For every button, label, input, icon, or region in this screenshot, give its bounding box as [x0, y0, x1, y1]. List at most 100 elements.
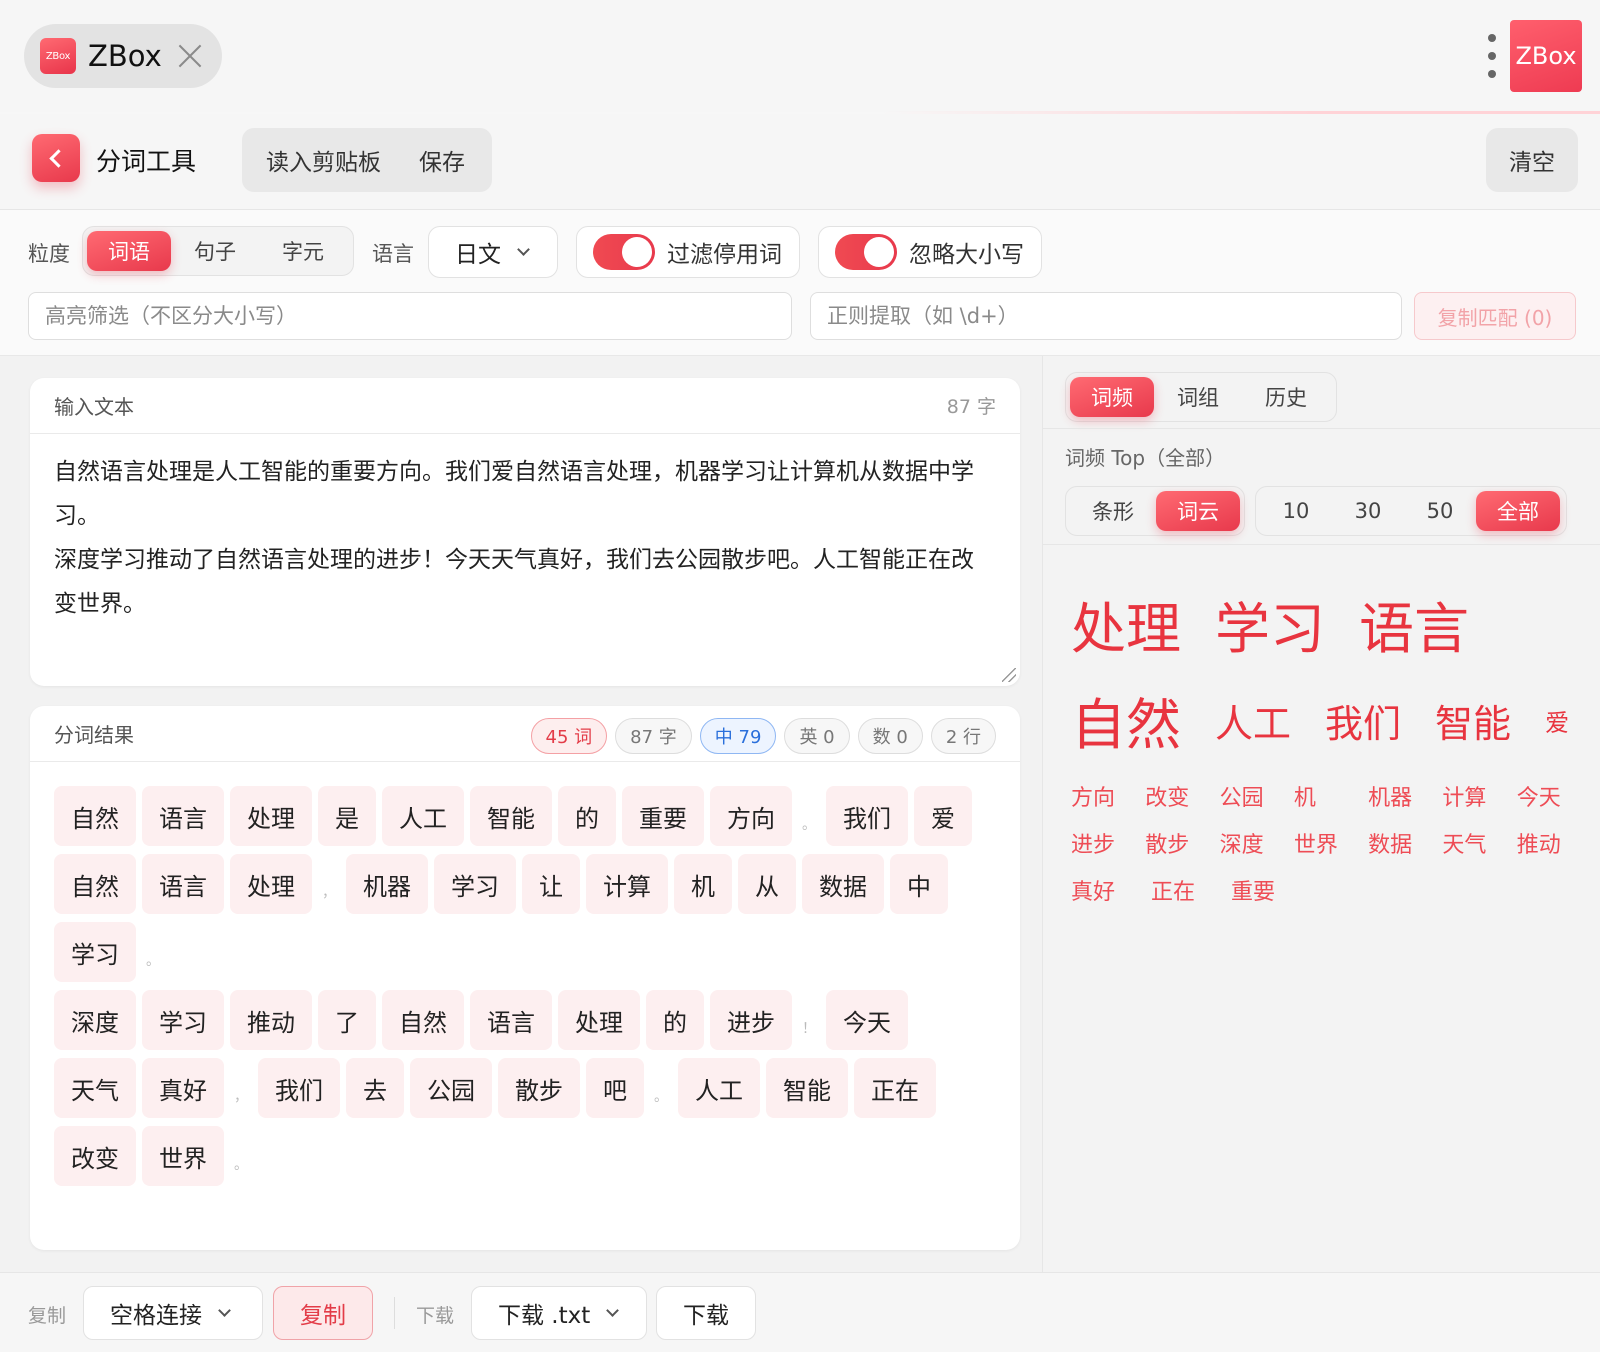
token-chip[interactable]: 学习 — [142, 990, 224, 1050]
cloud-word[interactable]: 公园 — [1220, 780, 1294, 812]
token-chip[interactable]: 处理 — [558, 990, 640, 1050]
cloud-word[interactable]: 语言 — [1359, 584, 1469, 664]
token-chip[interactable]: 处理 — [230, 854, 312, 914]
token-chip[interactable]: 人工 — [382, 786, 464, 846]
copy-match-button[interactable]: 复制匹配 (0) — [1414, 292, 1576, 340]
toggle-switch-icon[interactable] — [835, 234, 897, 270]
read-clipboard-button[interactable]: 读入剪贴板 — [266, 143, 381, 177]
granularity-char[interactable]: 字元 — [259, 231, 347, 271]
cloud-word[interactable]: 智能 — [1435, 693, 1511, 748]
more-menu-icon[interactable] — [1487, 34, 1497, 78]
cloud-word[interactable]: 学习 — [1215, 584, 1325, 664]
cloud-word[interactable]: 处理 — [1071, 584, 1181, 664]
token-chip[interactable]: 语言 — [142, 786, 224, 846]
cloud-word[interactable]: 爱 — [1545, 703, 1569, 738]
token-chip[interactable]: 机器 — [346, 854, 428, 914]
token-chip[interactable]: 自然 — [382, 990, 464, 1050]
cloud-word[interactable]: 散步 — [1145, 827, 1219, 859]
token-chip[interactable]: 深度 — [54, 990, 136, 1050]
cloud-word[interactable]: 深度 — [1220, 827, 1294, 859]
token-chip[interactable]: 爱 — [914, 786, 972, 846]
token-chip[interactable]: 改变 — [54, 1126, 136, 1186]
token-chip[interactable]: 了 — [318, 990, 376, 1050]
token-chip[interactable]: 吧 — [586, 1058, 644, 1118]
copy-button[interactable]: 复制 — [273, 1286, 373, 1340]
language-select[interactable]: 日文 — [428, 226, 558, 278]
top-all[interactable]: 全部 — [1476, 491, 1560, 531]
input-textarea[interactable]: 自然语言处理是人工智能的重要方向。我们爱自然语言处理，机器学习让计算机从数据中学… — [30, 434, 1020, 642]
token-chip[interactable]: 重要 — [622, 786, 704, 846]
token-chip[interactable]: 公园 — [410, 1058, 492, 1118]
join-mode-select[interactable]: 空格连接 — [83, 1286, 263, 1340]
cloud-word[interactable]: 改变 — [1145, 780, 1219, 812]
token-chip[interactable]: 计算 — [586, 854, 668, 914]
token-chip[interactable]: 去 — [346, 1058, 404, 1118]
granularity-word[interactable]: 词语 — [87, 231, 171, 271]
token-chip[interactable]: 的 — [558, 786, 616, 846]
cloud-word[interactable]: 重要 — [1231, 874, 1311, 906]
token-chip[interactable]: 是 — [318, 786, 376, 846]
close-icon[interactable] — [176, 42, 204, 70]
token-chip[interactable]: 世界 — [142, 1126, 224, 1186]
cloud-word[interactable]: 我们 — [1325, 693, 1401, 748]
token-chip[interactable]: 我们 — [258, 1058, 340, 1118]
token-chip[interactable]: 自然 — [54, 786, 136, 846]
cloud-word[interactable]: 计算 — [1442, 780, 1516, 812]
token-chip[interactable]: 智能 — [766, 1058, 848, 1118]
token-chip[interactable]: 学习 — [54, 922, 136, 982]
token-chip[interactable]: 天气 — [54, 1058, 136, 1118]
cloud-word[interactable]: 自然 — [1071, 680, 1181, 760]
cloud-word[interactable]: 机 — [1294, 780, 1368, 812]
filter-stopwords-toggle[interactable]: 过滤停用词 — [576, 226, 800, 278]
token-chip[interactable]: 推动 — [230, 990, 312, 1050]
token-chip[interactable]: 机 — [674, 854, 732, 914]
download-format-select[interactable]: 下载 .txt — [471, 1286, 647, 1340]
token-chip[interactable]: 的 — [646, 990, 704, 1050]
regex-extract-input[interactable] — [810, 292, 1402, 340]
top-10[interactable]: 10 — [1260, 491, 1332, 531]
tab-frequency[interactable]: 词频 — [1070, 377, 1154, 417]
view-cloud[interactable]: 词云 — [1156, 491, 1240, 531]
cloud-word[interactable]: 正在 — [1151, 874, 1231, 906]
cloud-word[interactable]: 机器 — [1368, 780, 1442, 812]
token-chip[interactable]: 正在 — [854, 1058, 936, 1118]
cloud-word[interactable]: 方向 — [1071, 780, 1145, 812]
token-chip[interactable]: 语言 — [470, 990, 552, 1050]
token-chip[interactable]: 数据 — [802, 854, 884, 914]
token-chip[interactable]: 让 — [522, 854, 580, 914]
token-chip[interactable]: 智能 — [470, 786, 552, 846]
cloud-word[interactable]: 今天 — [1517, 780, 1591, 812]
cloud-word[interactable]: 推动 — [1517, 827, 1591, 859]
token-chip[interactable]: 处理 — [230, 786, 312, 846]
clear-button[interactable]: 清空 — [1486, 128, 1578, 192]
token-chip[interactable]: 进步 — [710, 990, 792, 1050]
token-chip[interactable]: 散步 — [498, 1058, 580, 1118]
app-tab[interactable]: ZBox ZBox — [24, 24, 222, 88]
back-button[interactable] — [32, 134, 80, 182]
save-button[interactable]: 保存 — [419, 143, 465, 177]
token-chip[interactable]: 语言 — [142, 854, 224, 914]
granularity-sentence[interactable]: 句子 — [171, 231, 259, 271]
tab-phrases[interactable]: 词组 — [1154, 377, 1242, 417]
token-chip[interactable]: 自然 — [54, 854, 136, 914]
cloud-word[interactable]: 人工 — [1215, 693, 1291, 748]
top-30[interactable]: 30 — [1332, 491, 1404, 531]
token-chip[interactable]: 中 — [890, 854, 948, 914]
ignore-case-toggle[interactable]: 忽略大小写 — [818, 226, 1042, 278]
token-chip[interactable]: 我们 — [826, 786, 908, 846]
cloud-word[interactable]: 世界 — [1294, 827, 1368, 859]
download-button[interactable]: 下载 — [656, 1286, 756, 1340]
token-chip[interactable]: 今天 — [826, 990, 908, 1050]
cloud-word[interactable]: 真好 — [1071, 874, 1151, 906]
token-chip[interactable]: 学习 — [434, 854, 516, 914]
tab-history[interactable]: 历史 — [1242, 377, 1330, 417]
token-chip[interactable]: 方向 — [710, 786, 792, 846]
resize-handle-icon[interactable] — [1002, 668, 1016, 682]
cloud-word[interactable]: 进步 — [1071, 827, 1145, 859]
highlight-filter-input[interactable] — [28, 292, 792, 340]
token-chip[interactable]: 真好 — [142, 1058, 224, 1118]
token-chip[interactable]: 从 — [738, 854, 796, 914]
cloud-word[interactable]: 数据 — [1368, 827, 1442, 859]
cloud-word[interactable]: 天气 — [1442, 827, 1516, 859]
top-50[interactable]: 50 — [1404, 491, 1476, 531]
